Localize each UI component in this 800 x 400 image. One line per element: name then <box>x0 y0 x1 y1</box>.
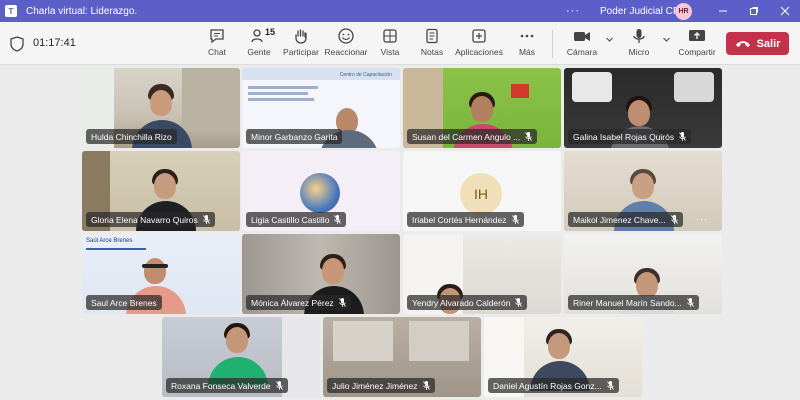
share-label: Compartir <box>678 47 716 57</box>
participant-name-tag: Roxana Fonseca Valverde <box>166 378 288 393</box>
muted-mic-icon <box>686 298 694 307</box>
participant-name-tag: Julio Jiménez Jiménez <box>327 378 435 393</box>
participant-tile[interactable]: Roxana Fonseca Valverde <box>162 317 320 397</box>
raise-hand-label: Participar <box>283 47 319 57</box>
view-button[interactable]: Vista <box>367 26 413 57</box>
muted-mic-icon <box>202 215 210 224</box>
camera-button[interactable]: Cámara <box>559 26 605 57</box>
add-app-icon <box>472 29 486 43</box>
more-icon <box>520 34 534 38</box>
camera-icon <box>574 32 590 41</box>
leave-label: Salir <box>756 37 781 50</box>
participant-tile[interactable]: IH Iriabel Cortés Hernández <box>403 151 561 231</box>
toolbar-divider <box>552 30 553 58</box>
participant-tile[interactable]: Centro de Capacitación Minor Garbanzo Ga… <box>242 68 400 148</box>
participant-name-tag: Susan del Carmen Angulo ... <box>407 129 538 144</box>
participant-tile[interactable]: Riner Manuel Marín Sando... <box>564 234 722 314</box>
microphone-icon <box>633 29 645 43</box>
react-label: Reaccionar <box>324 47 368 57</box>
people-count: 15 <box>265 27 276 37</box>
participant-tile[interactable]: Yendry Alvarado Calderón <box>403 234 561 314</box>
teams-logo-icon: T <box>0 0 22 22</box>
chat-icon <box>210 29 224 44</box>
mic-label: Micro <box>628 47 650 57</box>
muted-mic-icon <box>511 215 519 224</box>
participant-name-tag: Riner Manuel Marín Sando... <box>568 295 699 310</box>
more-options-icon[interactable]: ··· <box>566 0 580 22</box>
notes-label: Notas <box>420 47 444 57</box>
notes-icon <box>426 28 438 44</box>
grid-view-icon <box>383 29 397 43</box>
participant-name-tag: Gloria Elena Navarro Quiros <box>86 212 215 227</box>
muted-mic-icon <box>525 132 533 141</box>
participant-name-tag: Ligia Castillo Castillo <box>246 212 347 227</box>
participant-tile[interactable]: Maikol Jimenez Chave... ··· <box>564 151 722 231</box>
participant-tile[interactable]: Hulda Chinchilla Rizo <box>82 68 240 148</box>
participant-avatar <box>300 173 340 213</box>
participant-tile[interactable]: Daniel Agustín Rojas Gonz... <box>484 317 642 397</box>
people-label: Gente <box>247 47 271 57</box>
muted-mic-icon <box>606 381 614 390</box>
slide-title-text: Centro de Capacitación <box>339 72 392 78</box>
participant-tile[interactable]: Julio Jiménez Jiménez <box>323 317 481 397</box>
participant-name-tag: Saul Arce Brenes <box>86 295 162 310</box>
participant-name-tag: Daniel Agustín Rojas Gonz... <box>488 378 619 393</box>
participant-tile[interactable]: Gloria Elena Navarro Quiros <box>82 151 240 231</box>
organization-name[interactable]: Poder Judicial CR <box>600 0 680 22</box>
chat-button[interactable]: Chat <box>194 26 240 57</box>
notes-button[interactable]: Notas <box>409 26 455 57</box>
participant-name-tag: Mónica Álvarez Pérez <box>246 295 351 310</box>
muted-mic-icon <box>422 381 430 390</box>
tile-more-options-icon[interactable]: ··· <box>696 214 708 224</box>
chat-label: Chat <box>208 47 226 57</box>
participant-tile[interactable]: Susan del Carmen Angulo ... <box>403 68 561 148</box>
muted-mic-icon <box>275 381 283 390</box>
apps-label: Aplicaciones <box>455 47 503 57</box>
share-button[interactable]: Compartir <box>674 26 720 57</box>
meeting-timer: 01:17:41 <box>33 37 76 49</box>
participant-tile[interactable]: Saúl Arce Brenes Saul Arce Brenes <box>82 234 240 314</box>
apps-button[interactable]: Aplicaciones <box>455 26 503 57</box>
muted-mic-icon <box>515 298 523 307</box>
share-screen-icon <box>689 30 705 41</box>
shield-icon[interactable] <box>10 36 24 52</box>
participant-tile[interactable]: Galina Isabel Rojas Quirós <box>564 68 722 148</box>
virtual-background-badge: Saúl Arce Brenes <box>86 238 133 244</box>
hand-icon <box>295 29 307 44</box>
title-bar: T Charla virtual: Liderazgo. ··· Poder J… <box>0 0 800 22</box>
participant-tile[interactable]: Mónica Álvarez Pérez <box>242 234 400 314</box>
participant-name-tag: Maikol Jimenez Chave... <box>568 212 683 227</box>
participant-name-tag: Hulda Chinchilla Rizo <box>86 129 177 144</box>
video-stage: Hulda Chinchilla Rizo Centro de Capacita… <box>0 65 800 400</box>
more-button[interactable]: Más <box>504 26 550 57</box>
view-label: Vista <box>380 47 400 57</box>
mic-options-chevron-icon[interactable] <box>662 35 671 46</box>
participant-name-tag: Iriabel Cortés Hernández <box>407 212 524 227</box>
muted-mic-icon <box>679 132 686 141</box>
smiley-icon <box>338 28 354 44</box>
maximize-icon[interactable] <box>741 0 767 22</box>
window-title: Charla virtual: Liderazgo. <box>26 5 138 17</box>
meeting-toolbar: 01:17:41 Chat 15 Gente Participar Reacci… <box>0 22 800 65</box>
mic-button[interactable]: Micro <box>616 26 662 57</box>
participant-name-tag: Galina Isabel Rojas Quirós <box>568 129 692 144</box>
participant-name-tag: Yendry Alvarado Calderón <box>407 295 528 310</box>
hang-up-icon <box>735 40 750 47</box>
leave-button[interactable]: Salir <box>726 32 789 55</box>
people-button[interactable]: 15 Gente <box>236 26 282 57</box>
user-avatar[interactable]: HR <box>675 3 692 20</box>
close-icon[interactable] <box>772 0 798 22</box>
react-button[interactable]: Reaccionar <box>323 26 369 57</box>
muted-mic-icon <box>670 215 678 224</box>
participant-initials-avatar: IH <box>460 173 502 215</box>
camera-options-chevron-icon[interactable] <box>605 35 614 46</box>
more-label: Más <box>518 47 536 57</box>
muted-mic-icon <box>334 215 342 224</box>
participant-name-tag: Minor Garbanzo Garita <box>246 129 343 144</box>
raise-hand-button[interactable]: Participar <box>278 26 324 57</box>
minimize-icon[interactable] <box>710 0 736 22</box>
participant-tile[interactable]: Ligia Castillo Castillo <box>242 151 400 231</box>
muted-mic-icon <box>338 298 346 307</box>
camera-label: Cámara <box>566 47 598 57</box>
